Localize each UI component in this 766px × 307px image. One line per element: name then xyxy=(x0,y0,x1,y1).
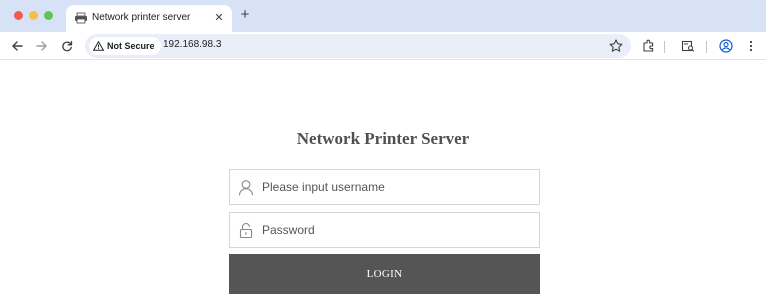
warning-icon xyxy=(93,41,104,51)
security-label: Not Secure xyxy=(107,41,155,51)
tab-network-printer-server[interactable]: Network printer server ✕ xyxy=(66,5,232,32)
toolbar-divider xyxy=(664,41,665,53)
lock-icon xyxy=(239,222,253,239)
forward-arrow-icon xyxy=(36,41,47,51)
new-tab-button[interactable]: + xyxy=(237,7,253,23)
username-input[interactable] xyxy=(262,170,532,204)
password-field[interactable] xyxy=(229,212,540,248)
tab-close-icon[interactable]: ✕ xyxy=(211,10,227,26)
profile-button[interactable] xyxy=(718,38,734,54)
user-icon xyxy=(238,180,254,196)
page-title: Network Printer Server xyxy=(296,129,470,148)
puzzle-icon xyxy=(643,39,654,52)
login-button[interactable]: LOGIN xyxy=(229,254,540,294)
menu-button[interactable] xyxy=(743,38,759,54)
bookmark-star-icon[interactable] xyxy=(608,38,624,54)
tab-title: Network printer server xyxy=(92,12,191,23)
address-bar[interactable]: Not Secure 192.168.98.3 xyxy=(85,34,631,58)
minimize-window-button[interactable] xyxy=(29,11,38,20)
browser-toolbar: Not Secure 192.168.98.3 xyxy=(0,32,766,60)
forward-button[interactable] xyxy=(34,38,50,54)
more-vertical-icon xyxy=(749,40,753,52)
reading-mode-icon xyxy=(681,40,695,52)
back-arrow-icon xyxy=(12,41,23,51)
reload-button[interactable] xyxy=(59,38,75,54)
reload-icon xyxy=(62,40,73,52)
security-indicator[interactable]: Not Secure xyxy=(89,37,161,55)
tab-strip: Network printer server ✕ + xyxy=(0,0,766,32)
browser-window: Network printer server ✕ + Not Secure 19… xyxy=(0,0,766,307)
toolbar-divider xyxy=(706,41,707,53)
extensions-button[interactable] xyxy=(641,38,657,54)
url-text[interactable]: 192.168.98.3 xyxy=(163,39,221,50)
username-field[interactable] xyxy=(229,169,540,205)
back-button[interactable] xyxy=(9,38,25,54)
reading-mode-button[interactable] xyxy=(680,38,696,54)
maximize-window-button[interactable] xyxy=(44,11,53,20)
profile-avatar-icon xyxy=(719,39,733,53)
printer-icon xyxy=(75,12,87,24)
password-input[interactable] xyxy=(262,213,532,247)
close-window-button[interactable] xyxy=(14,11,23,20)
